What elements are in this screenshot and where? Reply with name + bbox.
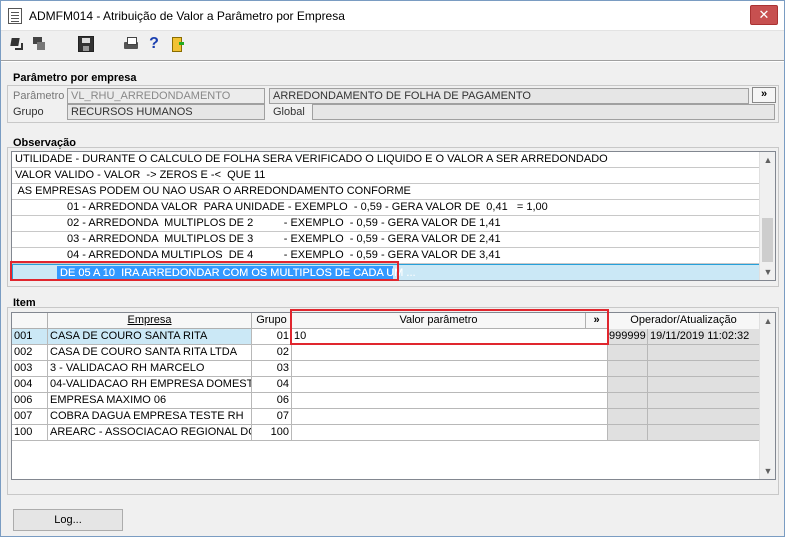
cell-grupo: 04: [252, 377, 292, 393]
grupo-field: RECURSOS HUMANOS: [67, 104, 265, 120]
table-row[interactable]: 004 04-VALIDACAO RH EMPRESA DOMESTIC 04: [12, 377, 760, 393]
observacao-line: AS EMPRESAS PODEM OU NAO USAR O ARREDOND…: [12, 184, 760, 200]
parametro-section-title: Parâmetro por empresa: [13, 72, 137, 84]
global-field: [312, 104, 775, 120]
cell-empresa: 04-VALIDACAO RH EMPRESA DOMESTIC: [48, 377, 252, 393]
cell-valor-input[interactable]: [292, 425, 608, 441]
col-header-grupo[interactable]: Grupo: [252, 313, 292, 329]
table-row[interactable]: 006 EMPRESA MAXIMO 06 06: [12, 393, 760, 409]
scroll-up-icon[interactable]: ▲: [760, 152, 775, 168]
cell-valor-input[interactable]: [292, 345, 608, 361]
cell-valor-input[interactable]: [292, 409, 608, 425]
cell-grupo: 03: [252, 361, 292, 377]
cell-codigo: 003: [12, 361, 48, 377]
observacao-line: UTILIDADE - DURANTE O CALCULO DE FOLHA S…: [12, 152, 760, 168]
scroll-down-icon[interactable]: ▼: [760, 264, 775, 280]
cell-atualizacao: [648, 345, 760, 361]
cell-empresa: CASA DE COURO SANTA RITA LTDA: [48, 345, 252, 361]
table-row[interactable]: 100 AREARC - ASSOCIACAO REGIONAL DOS 100: [12, 425, 760, 441]
windows-icon[interactable]: [31, 36, 47, 52]
log-button[interactable]: Log...: [13, 509, 123, 531]
table-row[interactable]: 003 3 - VALIDACAO RH MARCELO 03: [12, 361, 760, 377]
cell-atualizacao: 19/11/2019 11:02:32: [648, 329, 760, 345]
observacao-line: 03 - ARREDONDA MULTIPLOS DE 3 - EXEMPLO …: [12, 232, 760, 248]
cell-atualizacao: [648, 377, 760, 393]
grupo-label: Grupo: [13, 106, 44, 118]
cell-grupo: 06: [252, 393, 292, 409]
cell-empresa: COBRA DAGUA EMPRESA TESTE RH: [48, 409, 252, 425]
scroll-up-icon[interactable]: ▲: [760, 313, 775, 329]
scroll-thumb[interactable]: [762, 218, 773, 262]
cell-atualizacao: [648, 361, 760, 377]
toolbar-divider: [1, 60, 784, 62]
cell-codigo: 002: [12, 345, 48, 361]
parametro-field: VL_RHU_ARREDONDAMENTO: [67, 88, 265, 104]
cell-codigo: 004: [12, 377, 48, 393]
save-icon[interactable]: [78, 36, 94, 52]
parametro-description-field: ARREDONDAMENTO DE FOLHA DE PAGAMENTO: [269, 88, 749, 104]
cell-operador: 999999: [608, 329, 648, 345]
title-bar: ADMFM014 - Atribuição de Valor a Parâmet…: [1, 1, 784, 31]
cell-valor-input[interactable]: [292, 361, 608, 377]
observacao-line: 02 - ARREDONDA MULTIPLOS DE 2 - EXEMPLO …: [12, 216, 760, 232]
parametro-more-button[interactable]: »: [752, 87, 776, 103]
valor-more-button[interactable]: »: [586, 313, 608, 329]
close-button[interactable]: ✕: [750, 5, 778, 25]
table-row[interactable]: 002 CASA DE COURO SANTA RITA LTDA 02: [12, 345, 760, 361]
cell-valor-input[interactable]: [292, 377, 608, 393]
cell-empresa: EMPRESA MAXIMO 06: [48, 393, 252, 409]
toolbar: ?: [1, 32, 784, 56]
cell-atualizacao: [648, 393, 760, 409]
cell-codigo: 001: [12, 329, 48, 345]
cell-codigo: 007: [12, 409, 48, 425]
col-header-empresa[interactable]: Empresa: [48, 313, 252, 329]
col-header-operador[interactable]: Operador/Atualização: [608, 313, 760, 329]
exit-door-icon[interactable]: [169, 36, 185, 52]
cell-empresa: AREARC - ASSOCIACAO REGIONAL DOS: [48, 425, 252, 441]
document-icon: [8, 8, 22, 24]
cell-operador: [608, 409, 648, 425]
main-window: ADMFM014 - Atribuição de Valor a Parâmet…: [0, 0, 785, 537]
cell-codigo: 006: [12, 393, 48, 409]
col-header-codigo: [12, 313, 48, 329]
grid-scrollbar[interactable]: ▲ ▼: [759, 313, 775, 479]
cell-grupo: 07: [252, 409, 292, 425]
cell-grupo: 01: [252, 329, 292, 345]
cell-operador: [608, 393, 648, 409]
cell-grupo: 100: [252, 425, 292, 441]
cell-atualizacao: [648, 425, 760, 441]
navigate-icon[interactable]: [9, 36, 25, 52]
cell-operador: [608, 345, 648, 361]
cell-valor-input[interactable]: [292, 393, 608, 409]
window-title: ADMFM014 - Atribuição de Valor a Parâmet…: [29, 9, 345, 23]
help-icon[interactable]: ?: [146, 36, 162, 52]
cell-atualizacao: [648, 409, 760, 425]
parametro-label: Parâmetro: [13, 90, 65, 102]
global-label: Global: [273, 106, 305, 118]
print-icon[interactable]: [123, 36, 139, 52]
col-header-valor[interactable]: Valor parâmetro: [292, 313, 586, 329]
observacao-selected-text: DE 05 A 10 IRA ARREDONDAR COM OS MULTIPL…: [60, 267, 416, 279]
item-grid: Empresa Grupo Valor parâmetro » Operador…: [11, 312, 776, 480]
cell-operador: [608, 361, 648, 377]
table-row[interactable]: 001 CASA DE COURO SANTA RITA 01 10 99999…: [12, 329, 760, 345]
cell-grupo: 02: [252, 345, 292, 361]
observacao-line: VALOR VALIDO - VALOR -> ZEROS E -< QUE 1…: [12, 168, 760, 184]
observacao-scrollbar[interactable]: ▲ ▼: [759, 152, 775, 280]
cell-operador: [608, 377, 648, 393]
cell-operador: [608, 425, 648, 441]
observacao-line: 04 - ARREDONDA MULTIPLOS DE 4 - EXEMPLO …: [12, 248, 760, 264]
cell-codigo: 100: [12, 425, 48, 441]
cell-empresa: CASA DE COURO SANTA RITA: [48, 329, 252, 345]
observacao-text-area[interactable]: UTILIDADE - DURANTE O CALCULO DE FOLHA S…: [11, 151, 776, 281]
scroll-down-icon[interactable]: ▼: [760, 463, 775, 479]
observacao-line-selected[interactable]: DE 05 A 10 IRA ARREDONDAR COM OS MULTIPL…: [12, 264, 760, 280]
observacao-line: 01 - ARREDONDA VALOR PARA UNIDADE - EXEM…: [12, 200, 760, 216]
cell-valor-input[interactable]: 10: [292, 329, 608, 345]
grid-header: Empresa Grupo Valor parâmetro » Operador…: [12, 313, 760, 329]
table-row[interactable]: 007 COBRA DAGUA EMPRESA TESTE RH 07: [12, 409, 760, 425]
cell-empresa: 3 - VALIDACAO RH MARCELO: [48, 361, 252, 377]
